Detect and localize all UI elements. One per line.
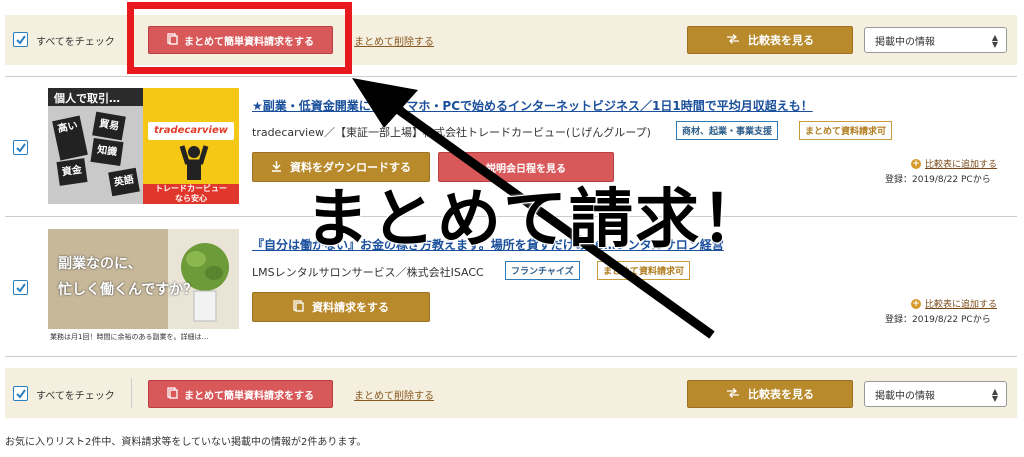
annotation-caption: まとめて請求！	[304, 182, 767, 258]
